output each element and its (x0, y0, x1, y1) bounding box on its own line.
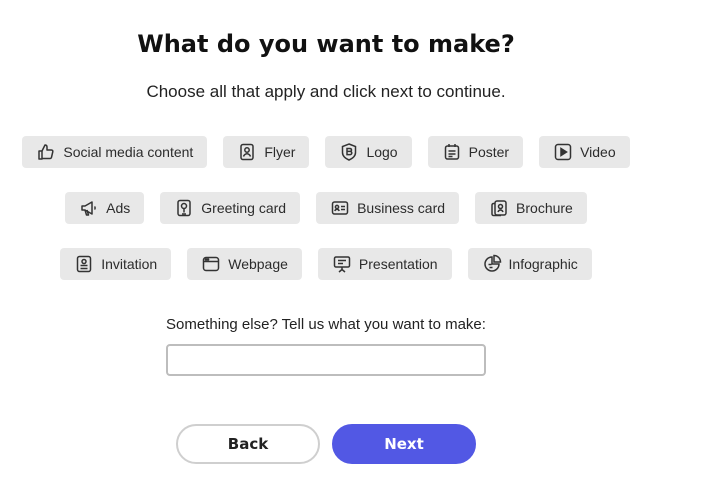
custom-make-input[interactable] (166, 344, 486, 376)
option-webpage[interactable]: Webpage (187, 248, 302, 280)
option-logo[interactable]: Logo (325, 136, 412, 168)
video-play-icon (553, 142, 573, 162)
option-invitation[interactable]: Invitation (60, 248, 172, 280)
option-brochure[interactable]: Brochure (475, 192, 587, 224)
option-label: Invitation (101, 256, 158, 272)
infographic-icon (482, 254, 502, 274)
option-label: Ads (106, 200, 131, 216)
option-label: Brochure (516, 200, 573, 216)
make-selection-page: What do you want to make? Choose all tha… (0, 0, 707, 499)
back-button[interactable]: Back (176, 424, 320, 464)
next-button[interactable]: Next (332, 424, 476, 464)
option-label: Infographic (508, 256, 578, 272)
options-row-3: Invitation Webpage Presentation Infograp… (0, 248, 652, 280)
page-title: What do you want to make? (137, 30, 515, 58)
option-label: Business card (357, 200, 446, 216)
option-label: Poster (468, 144, 510, 160)
option-ads[interactable]: Ads (65, 192, 145, 224)
option-label: Greeting card (201, 200, 287, 216)
option-greeting-card[interactable]: Greeting card (160, 192, 301, 224)
option-label: Webpage (228, 256, 288, 272)
flyer-icon (237, 142, 257, 162)
option-video[interactable]: Video (539, 136, 630, 168)
custom-prompt-label: Something else? Tell us what you want to… (166, 316, 486, 333)
poster-icon (442, 142, 462, 162)
invitation-icon (74, 254, 94, 274)
option-infographic[interactable]: Infographic (467, 248, 592, 280)
logo-badge-icon (339, 142, 359, 162)
options-row-1: Social media content Flyer Logo Poster V… (0, 136, 652, 168)
option-social-media-content[interactable]: Social media content (22, 136, 208, 168)
options-row-2: Ads Greeting card Business card Brochure (0, 192, 652, 224)
greeting-card-icon (174, 198, 194, 218)
option-label: Logo (366, 144, 398, 160)
business-card-icon (330, 198, 350, 218)
option-poster[interactable]: Poster (427, 136, 524, 168)
option-label: Video (580, 144, 616, 160)
option-label: Social media content (63, 144, 194, 160)
option-presentation[interactable]: Presentation (317, 248, 452, 280)
brochure-icon (489, 198, 509, 218)
megaphone-icon (79, 198, 99, 218)
option-flyer[interactable]: Flyer (223, 136, 310, 168)
webpage-icon (201, 254, 221, 274)
presentation-icon (332, 254, 352, 274)
option-label: Presentation (358, 256, 438, 272)
option-label: Flyer (264, 144, 296, 160)
option-business-card[interactable]: Business card (316, 192, 460, 224)
thumbs-up-icon (36, 142, 56, 162)
page-subtitle: Choose all that apply and click next to … (146, 82, 506, 101)
